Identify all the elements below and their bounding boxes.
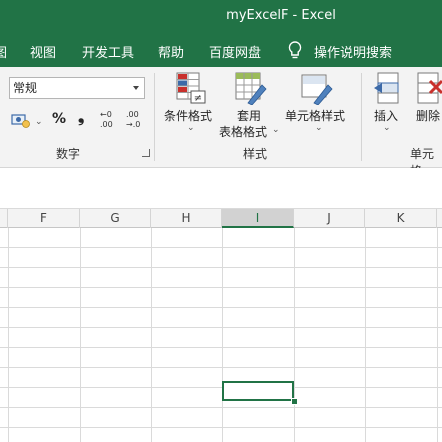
- number-format-dropdown[interactable]: 常规: [9, 77, 145, 99]
- comma-style-button[interactable]: ❟: [78, 107, 84, 127]
- number-group-label: 数字: [56, 147, 81, 161]
- grid-line: [151, 228, 152, 442]
- grid-line: [0, 327, 442, 328]
- tell-me-search[interactable]: 操作说明搜索: [314, 42, 392, 61]
- column-header-h[interactable]: H: [151, 209, 222, 228]
- delete-cells-icon: [417, 72, 442, 104]
- worksheet-grid[interactable]: [0, 228, 442, 442]
- menu-bar: 图 视图 开发工具 帮助 百度网盘 操作说明搜索: [0, 33, 442, 67]
- format-as-table-icon: [235, 72, 267, 105]
- increase-decimal-button[interactable]: ←0 .00: [100, 110, 122, 132]
- grid-line: [365, 228, 366, 442]
- grid-line: [0, 267, 442, 268]
- formula-bar-area: [0, 168, 442, 208]
- dialog-launcher-icon[interactable]: [142, 149, 150, 157]
- chevron-down-icon: [133, 86, 139, 90]
- tab-help[interactable]: 帮助: [158, 42, 184, 61]
- grid-line: [0, 387, 442, 388]
- format-as-table-label-1[interactable]: 套用: [237, 107, 261, 124]
- grid-line: [0, 427, 442, 428]
- tab-partial[interactable]: 图: [0, 42, 7, 61]
- decrease-decimal-top: .00: [126, 110, 139, 119]
- active-cell[interactable]: [222, 381, 294, 401]
- grid-line: [0, 347, 442, 348]
- column-header-j[interactable]: J: [294, 209, 365, 228]
- cell-styles-icon: [301, 74, 333, 105]
- column-header-k[interactable]: K: [365, 209, 437, 228]
- title-bar: myExcelF - Excel: [0, 0, 442, 33]
- lightbulb-icon[interactable]: [286, 40, 304, 60]
- svg-text:≠: ≠: [194, 93, 202, 104]
- ribbon-separator: [361, 73, 362, 161]
- grid-line: [0, 307, 442, 308]
- grid-line: [222, 228, 223, 442]
- number-format-value: 常规: [13, 81, 38, 95]
- ribbon: 常规 ⌄ % ❟ ←0 .00 .00 →.0 数字 ≠ 条件格式 ⌄ 套用 表…: [0, 67, 442, 178]
- chevron-down-icon[interactable]: ⌄: [272, 125, 280, 135]
- accounting-format-icon[interactable]: [10, 111, 32, 129]
- grid-line: [0, 247, 442, 248]
- conditional-formatting-label[interactable]: 条件格式: [164, 107, 212, 124]
- grid-line: [0, 407, 442, 408]
- grid-line: [294, 228, 295, 442]
- fill-handle[interactable]: [291, 398, 298, 405]
- tab-baidu-netdisk[interactable]: 百度网盘: [209, 42, 261, 61]
- grid-line: [0, 367, 442, 368]
- chevron-down-icon[interactable]: ⌄: [187, 123, 195, 133]
- tab-view[interactable]: 视图: [30, 42, 56, 61]
- tab-developer[interactable]: 开发工具: [82, 42, 134, 61]
- cell-styles-label[interactable]: 单元格样式: [285, 107, 345, 124]
- window-title: myExcelF - Excel: [226, 8, 336, 23]
- increase-decimal-top: ←0: [100, 110, 112, 119]
- grid-line: [80, 228, 81, 442]
- column-header-i[interactable]: I: [222, 209, 294, 228]
- grid-line: [8, 228, 9, 442]
- decrease-decimal-button[interactable]: .00 →.0: [126, 110, 148, 132]
- format-as-table-label-2[interactable]: 表格格式: [219, 123, 267, 140]
- conditional-formatting-icon: ≠: [176, 72, 206, 104]
- grid-line: [0, 287, 442, 288]
- percent-style-button[interactable]: %: [52, 111, 66, 131]
- chevron-down-icon[interactable]: ⌄: [383, 123, 391, 133]
- styles-group-label: 样式: [243, 147, 268, 161]
- column-header-row: F G H I J K: [0, 208, 442, 228]
- delete-label[interactable]: 删除: [416, 107, 440, 124]
- decrease-decimal-bottom: →.0: [126, 120, 141, 129]
- grid-line: [437, 228, 438, 442]
- accounting-dropdown-icon[interactable]: ⌄: [35, 117, 43, 127]
- column-header-f[interactable]: F: [8, 209, 80, 228]
- insert-label[interactable]: 插入: [374, 107, 398, 124]
- insert-cells-icon: [374, 72, 399, 104]
- ribbon-separator: [154, 73, 155, 161]
- column-header-g[interactable]: G: [80, 209, 151, 228]
- chevron-down-icon[interactable]: ⌄: [315, 123, 323, 133]
- increase-decimal-bottom: .00: [100, 120, 113, 129]
- column-header-partial: [0, 209, 8, 228]
